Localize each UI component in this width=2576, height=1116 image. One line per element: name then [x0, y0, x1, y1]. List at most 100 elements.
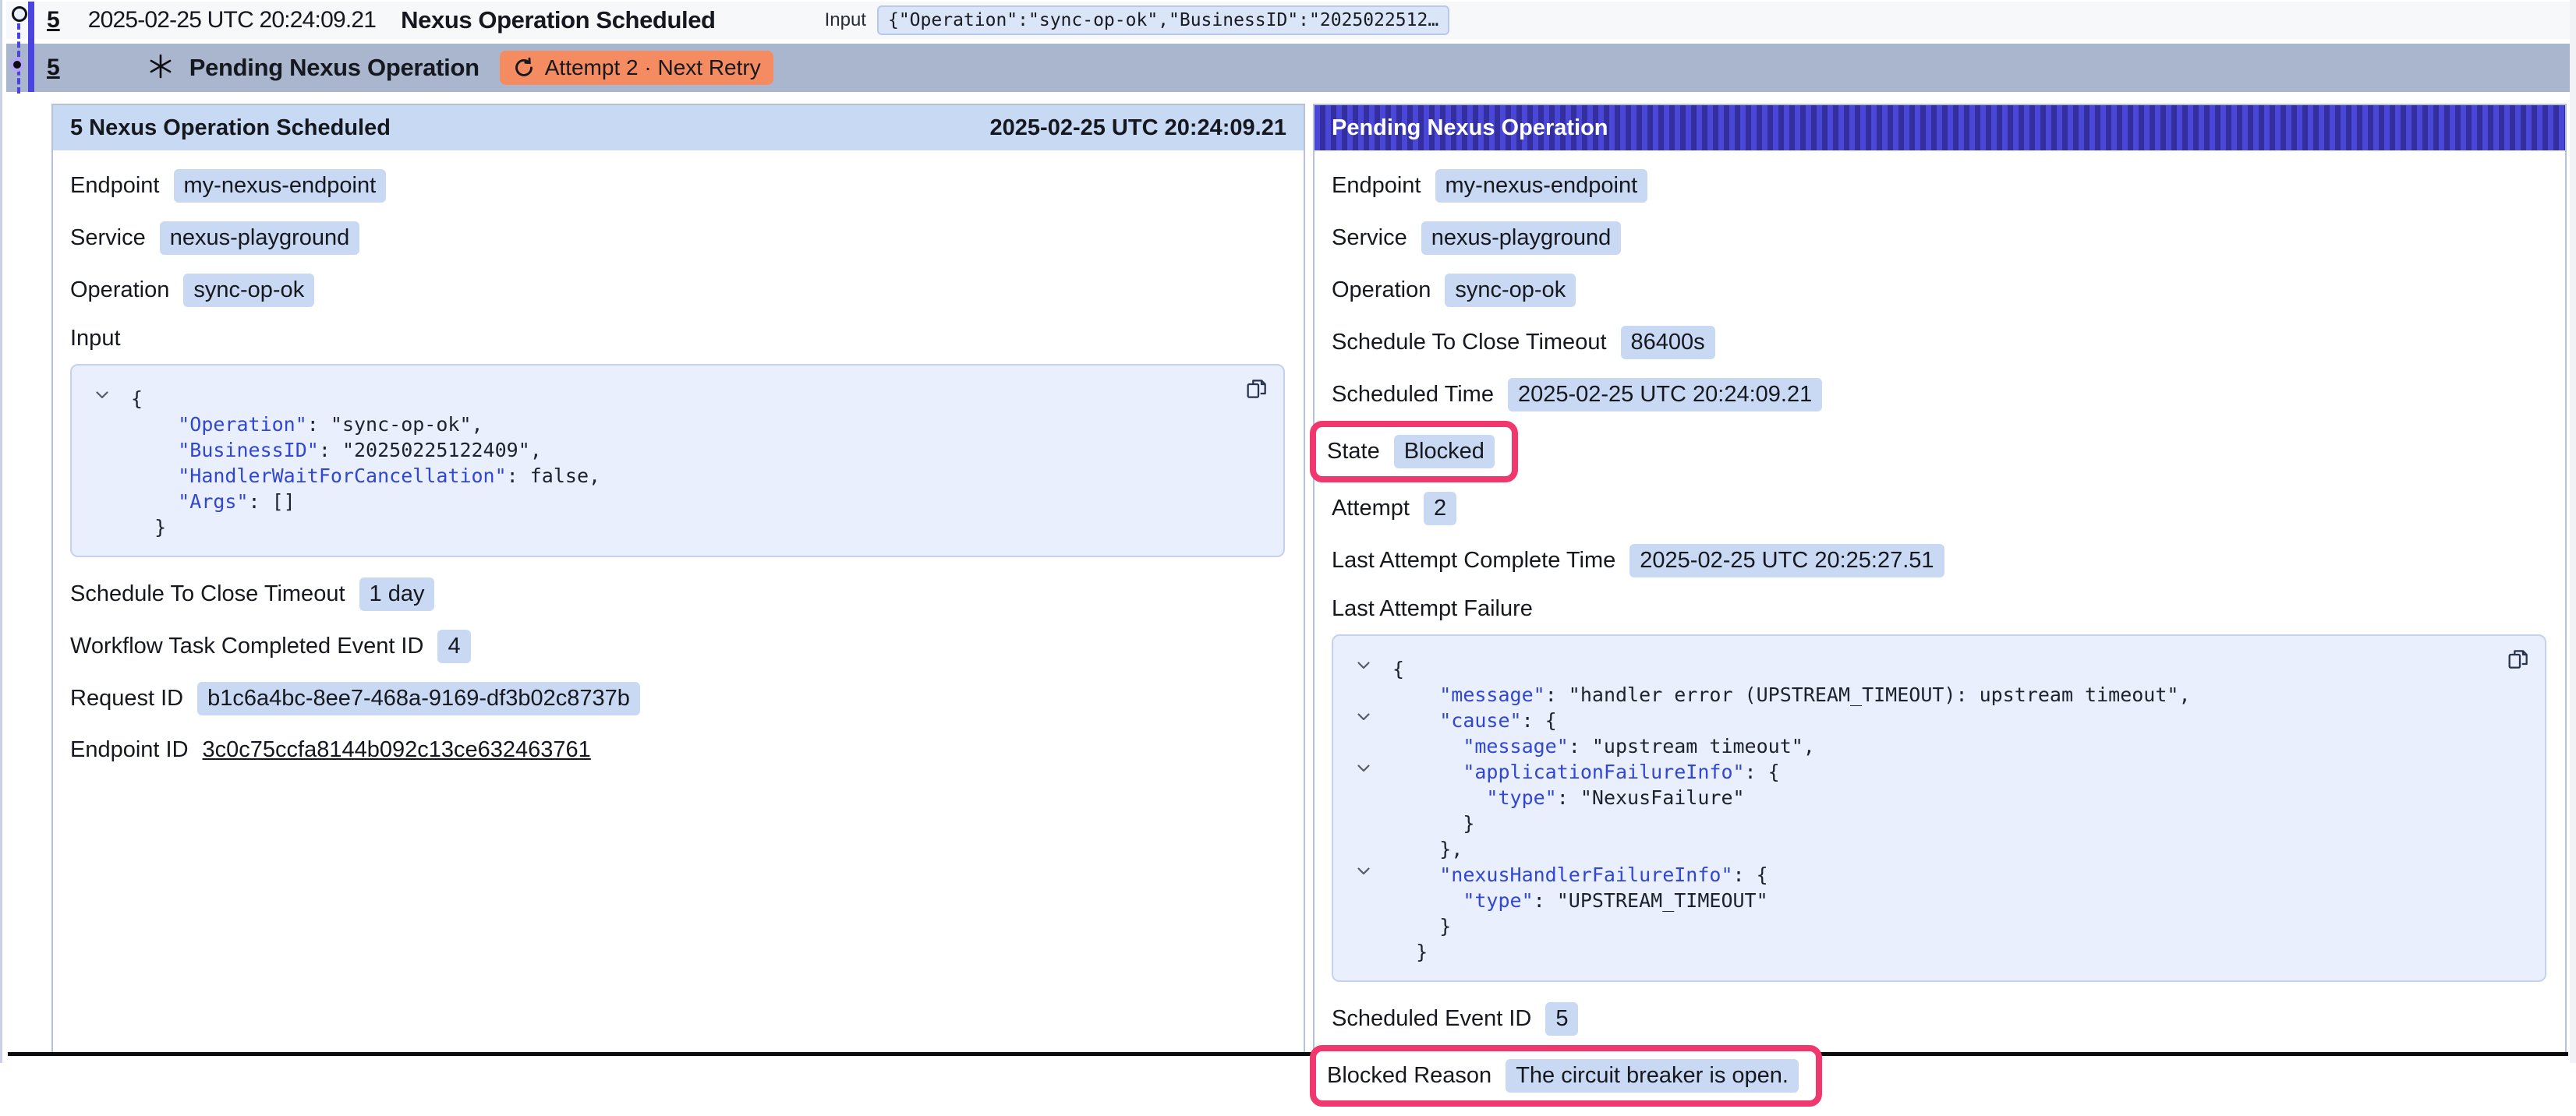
code-line: "BusinessID": "20250225122409",	[131, 437, 1261, 463]
code-text: }	[131, 516, 166, 539]
field-endpoint: Endpointmy-nexus-endpoint	[1332, 169, 1647, 203]
code-text: },	[1392, 838, 1463, 860]
code-line: {	[1392, 656, 2523, 682]
field-label-scheduled-time: Scheduled Time	[1332, 382, 1494, 408]
right-panel-fields: Endpointmy-nexus-endpoint Service nexus-pl…	[1315, 150, 2565, 1116]
code-text: "type": "NexusFailure"	[1392, 786, 1745, 809]
event-timestamp: 2025-02-25 UTC 20:24:09.21	[88, 7, 376, 34]
code-line: }	[131, 514, 1261, 540]
timeline-current-dot-icon	[10, 58, 24, 72]
retry-badge: Attempt 2 · Next Retry	[500, 51, 773, 85]
field-value-service: nexus-playground	[160, 221, 360, 255]
event-id-link[interactable]: 5	[47, 7, 60, 34]
right-pending-panel: Pending Nexus Operation Endpointmy-nexus…	[1313, 104, 2567, 1054]
code-line: "message": "upstream timeout",	[1392, 733, 2523, 759]
collapse-chevron-icon[interactable]	[1357, 764, 1371, 773]
right-panel-header: Pending Nexus Operation	[1315, 105, 2565, 150]
code-line: {	[131, 386, 1261, 411]
field-operation: Operationsync-op-ok	[70, 274, 314, 307]
field-value-request-id: b1c6a4bc-8ee7-468a-9169-df3b02c8737b	[197, 682, 640, 715]
json-key: "nexusHandlerFailureInfo"	[1439, 863, 1732, 886]
field-label-schedule-to-close-timeout: Schedule To Close Timeout	[70, 581, 345, 607]
pending-group-row[interactable]: 5 Pending Nexus Operation Attempt 2 · Ne…	[6, 44, 2570, 92]
field-attempt: Attempt 2	[1332, 492, 1456, 525]
code-line: "Operation": "sync-op-ok",	[131, 411, 1261, 437]
json-text: }	[1439, 915, 1451, 938]
selection-indicator-bar	[28, 2, 34, 92]
code-text: "applicationFailureInfo": {	[1392, 761, 1780, 783]
json-text: }	[154, 516, 166, 539]
json-key: "Operation"	[178, 413, 307, 436]
field-label-state: State	[1327, 439, 1380, 464]
collapse-chevron-icon[interactable]	[1357, 712, 1371, 722]
json-key: "message"	[1463, 735, 1568, 758]
json-text: : []	[249, 490, 295, 513]
asterisk-icon	[147, 53, 174, 83]
field-value-service: nexus-playground	[1421, 221, 1622, 255]
left-event-panel: 5 Nexus Operation Scheduled 2025-02-25 U…	[51, 104, 1305, 1054]
code-line: }	[1392, 811, 2523, 836]
json-text: : "20250225122409",	[319, 439, 542, 461]
field-value-state: Blocked	[1394, 435, 1495, 468]
group-id-link[interactable]: 5	[47, 55, 60, 81]
field-state-highlighted: State Blocked	[1310, 421, 1518, 482]
code-text: "nexusHandlerFailureInfo": {	[1392, 863, 1768, 886]
field-endpoint: Endpointmy-nexus-endpoint	[70, 169, 386, 203]
event-title: Nexus Operation Scheduled	[401, 6, 715, 34]
window-edge	[0, 0, 2, 1063]
json-key: "type"	[1463, 889, 1533, 912]
code-text: "message": "handler error (UPSTREAM_TIME…	[1392, 683, 2191, 706]
field-value-attempt: 2	[1424, 492, 1456, 525]
field-label-blocked-reason: Blocked Reason	[1327, 1063, 1491, 1089]
collapse-chevron-icon[interactable]	[95, 390, 109, 400]
retry-icon	[512, 56, 536, 79]
json-text: : "upstream timeout",	[1569, 735, 1815, 758]
json-text: : "UPSTREAM_TIMEOUT"	[1534, 889, 1768, 912]
field-scheduled-time: Scheduled Time2025-02-25 UTC 20:24:09.21	[1332, 378, 1822, 411]
left-panel-timestamp: 2025-02-25 UTC 20:24:09.21	[990, 115, 1286, 141]
field-workflow-task-completed-event-id: Workflow Task Completed Event ID 4	[70, 630, 471, 663]
json-text: : "sync-op-ok",	[307, 413, 483, 436]
code-line: "type": "UPSTREAM_TIMEOUT"	[1392, 888, 2523, 913]
collapse-chevron-icon[interactable]	[1357, 661, 1371, 670]
field-value-endpoint-id[interactable]: 3c0c75ccfa8144b092c13ce632463761	[203, 737, 591, 763]
field-label-attempt: Attempt	[1332, 496, 1410, 521]
scrollbar-gutter[interactable]	[2570, 0, 2576, 1063]
field-input: Input{ "Operation": "sync-op-ok", "Busin…	[70, 326, 1286, 557]
field-value-scheduled-event-id: 5	[1545, 1002, 1578, 1036]
json-viewer: { "message": "handler error (UPSTREAM_TI…	[1392, 656, 2523, 965]
input-preview-badge: {"Operation":"sync-op-ok","BusinessID":"…	[877, 5, 1449, 35]
field-value-workflow-task-completed-event-id: 4	[437, 630, 470, 663]
right-panel-title: Pending Nexus Operation	[1332, 115, 1608, 141]
field-value-schedule-to-close-timeout: 1 day	[359, 577, 435, 611]
code-line: }	[1392, 913, 2523, 939]
code-text: "type": "UPSTREAM_TIMEOUT"	[1392, 889, 1768, 912]
code-text: "cause": {	[1392, 709, 1557, 732]
input-inline-label: Input	[825, 9, 866, 31]
code-text: "BusinessID": "20250225122409",	[131, 439, 542, 461]
field-value-endpoint: my-nexus-endpoint	[174, 169, 387, 203]
json-text: {	[1392, 658, 1404, 680]
code-line: "applicationFailureInfo": {	[1392, 759, 2523, 785]
field-label-endpoint-id: Endpoint ID	[70, 737, 189, 763]
json-text: : {	[1733, 863, 1768, 886]
left-panel-title: 5 Nexus Operation Scheduled	[70, 115, 391, 141]
event-summary-row[interactable]: 5 2025-02-25 UTC 20:24:09.21 Nexus Opera…	[6, 2, 2570, 39]
json-key: "type"	[1486, 786, 1556, 809]
field-label-workflow-task-completed-event-id: Workflow Task Completed Event ID	[70, 634, 423, 659]
event-detail-panels: 5 Nexus Operation Scheduled 2025-02-25 U…	[51, 104, 2567, 1054]
field-value-operation: sync-op-ok	[1445, 274, 1576, 307]
field-label-endpoint: Endpoint	[1332, 173, 1421, 199]
group-title: Pending Nexus Operation	[189, 54, 479, 82]
collapse-chevron-icon[interactable]	[1357, 867, 1371, 876]
json-text: },	[1439, 838, 1463, 860]
field-value-schedule-to-close-timeout: 86400s	[1621, 326, 1715, 359]
json-text: : {	[1745, 761, 1780, 783]
code-text: {	[131, 387, 143, 410]
field-blocked-reason-highlighted: Blocked ReasonThe circuit breaker is ope…	[1310, 1045, 1822, 1107]
code-line: "message": "handler error (UPSTREAM_TIME…	[1392, 682, 2523, 708]
json-text: : false,	[507, 464, 600, 487]
field-label-operation: Operation	[70, 277, 169, 303]
code-text: "message": "upstream timeout",	[1392, 735, 1815, 758]
field-label-service: Service	[1332, 225, 1407, 251]
